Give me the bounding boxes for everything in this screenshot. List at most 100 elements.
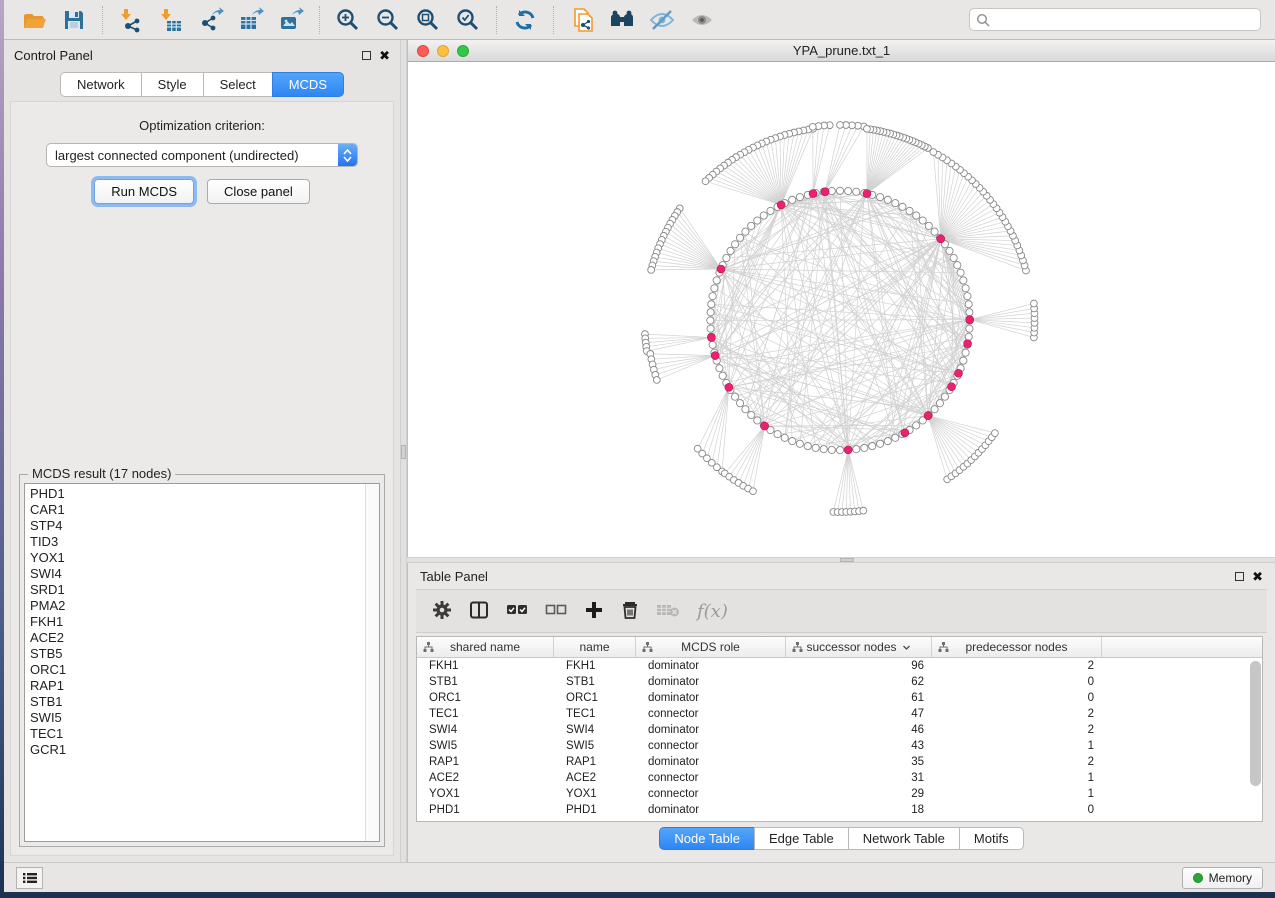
list-item[interactable]: STB5 (25, 646, 379, 662)
table-cell: 1 (932, 786, 1102, 802)
table-cell: FKH1 (554, 658, 636, 674)
show-all-icon[interactable] (687, 5, 717, 35)
add-column-icon[interactable] (584, 600, 604, 623)
list-item[interactable]: SWI4 (25, 566, 379, 582)
search-input[interactable] (995, 13, 1254, 27)
table-scrollbar[interactable] (1250, 661, 1261, 786)
list-item[interactable]: FKH1 (25, 614, 379, 630)
table-cell: 29 (786, 786, 932, 802)
table-cell: dominator (636, 754, 786, 770)
select-stepper-icon (338, 143, 357, 167)
column-header[interactable]: name (554, 637, 636, 657)
zoom-fit-icon[interactable] (413, 5, 443, 35)
list-item[interactable]: TEC1 (25, 726, 379, 742)
table-row[interactable]: ORC1ORC1dominator610 (417, 690, 1262, 706)
table-cell: dominator (636, 658, 786, 674)
close-panel-icon[interactable]: ✖ (379, 49, 390, 62)
list-item[interactable]: ORC1 (25, 662, 379, 678)
list-item[interactable]: SWI5 (25, 710, 379, 726)
optimization-criterion-label: Optimization criterion: (11, 118, 393, 133)
table-row[interactable]: SWI5SWI5connector431 (417, 738, 1262, 754)
tab-node-table[interactable]: Node Table (659, 827, 754, 850)
list-item[interactable]: PHD1 (25, 486, 379, 502)
table-cell: ORC1 (554, 690, 636, 706)
column-header[interactable]: predecessor nodes (932, 637, 1102, 657)
table-cell: 43 (786, 738, 932, 754)
column-header[interactable]: MCDS role (636, 637, 786, 657)
hide-unselected-icon[interactable] (647, 5, 677, 35)
float-panel-icon[interactable] (362, 51, 371, 60)
list-item[interactable]: YOX1 (25, 550, 379, 566)
import-network-icon[interactable] (116, 5, 146, 35)
tab-select[interactable]: Select (203, 72, 272, 97)
zoom-in-icon[interactable] (333, 5, 363, 35)
table-row[interactable]: ACE2ACE2connector311 (417, 770, 1262, 786)
export-table-icon[interactable] (236, 5, 266, 35)
column-header[interactable]: shared name (417, 637, 554, 657)
table-row[interactable]: RAP1RAP1dominator352 (417, 754, 1262, 770)
run-mcds-button[interactable]: Run MCDS (94, 179, 194, 204)
node-table: shared namenameMCDS rolesuccessor nodesp… (416, 636, 1263, 822)
tab-style[interactable]: Style (141, 72, 203, 97)
save-session-icon[interactable] (59, 5, 89, 35)
tab-network[interactable]: Network (60, 72, 141, 97)
vertical-splitter[interactable] (400, 40, 407, 862)
list-item[interactable]: PMA2 (25, 598, 379, 614)
table-cell: RAP1 (554, 754, 636, 770)
splitter-grip[interactable] (840, 558, 854, 562)
tab-motifs[interactable]: Motifs (959, 827, 1024, 850)
close-panel-button[interactable]: Close panel (207, 179, 310, 204)
memory-button[interactable]: Memory (1182, 867, 1263, 889)
list-item[interactable]: ACE2 (25, 630, 379, 646)
splitter-grip[interactable] (401, 445, 406, 459)
table-row[interactable]: FKH1FKH1dominator962 (417, 658, 1262, 674)
table-cell: connector (636, 770, 786, 786)
table-row[interactable]: PHD1PHD1dominator180 (417, 802, 1262, 818)
zoom-selected-icon[interactable] (453, 5, 483, 35)
toolbar-separator (553, 6, 554, 34)
horizontal-splitter[interactable] (407, 557, 1275, 563)
zoom-out-icon[interactable] (373, 5, 403, 35)
table-row[interactable]: TEC1TEC1connector472 (417, 706, 1262, 722)
list-item[interactable]: SRD1 (25, 582, 379, 598)
copy-network-icon[interactable] (567, 5, 597, 35)
close-panel-icon[interactable]: ✖ (1252, 570, 1263, 583)
table-row[interactable]: STB1STB1dominator620 (417, 674, 1262, 690)
table-row[interactable]: YOX1YOX1connector291 (417, 786, 1262, 802)
float-panel-icon[interactable] (1235, 572, 1244, 581)
network-titlebar[interactable]: YPA_prune.txt_1 (408, 40, 1275, 62)
deselect-all-icon[interactable] (545, 602, 567, 621)
show-columns-icon[interactable] (469, 600, 489, 623)
export-image-icon[interactable] (276, 5, 306, 35)
export-network-icon[interactable] (196, 5, 226, 35)
refresh-network-icon[interactable] (510, 5, 540, 35)
list-item[interactable]: STB1 (25, 694, 379, 710)
list-item[interactable]: TID3 (25, 534, 379, 550)
import-table-icon[interactable] (156, 5, 186, 35)
network-search-box[interactable] (969, 8, 1261, 31)
tab-mcds[interactable]: MCDS (272, 72, 344, 97)
table-options-gear-icon[interactable] (432, 600, 452, 623)
table-cell: ACE2 (554, 770, 636, 786)
table-cell: ORC1 (417, 690, 554, 706)
search-network-icon[interactable] (607, 5, 637, 35)
column-header[interactable]: successor nodes (786, 637, 932, 657)
list-item[interactable]: GCR1 (25, 742, 379, 758)
delete-column-icon[interactable] (621, 600, 639, 623)
list-item[interactable]: CAR1 (25, 502, 379, 518)
network-title: YPA_prune.txt_1 (408, 43, 1275, 58)
list-scrollbar[interactable] (365, 484, 379, 841)
table-row[interactable]: SWI4SWI4dominator462 (417, 722, 1262, 738)
table-cell: dominator (636, 674, 786, 690)
criterion-select[interactable]: largest connected component (undirected) (46, 143, 358, 167)
table-cell: 0 (932, 674, 1102, 690)
list-item[interactable]: RAP1 (25, 678, 379, 694)
tab-edge-table[interactable]: Edge Table (754, 827, 848, 850)
select-all-icon[interactable] (506, 602, 528, 621)
open-session-icon[interactable] (19, 5, 49, 35)
list-item[interactable]: STP4 (25, 518, 379, 534)
tab-network-table[interactable]: Network Table (848, 827, 959, 850)
task-history-button[interactable] (16, 867, 43, 889)
network-canvas[interactable] (408, 62, 1275, 557)
control-panel: Control Panel ✖ Network Style Select MCD… (4, 40, 400, 862)
